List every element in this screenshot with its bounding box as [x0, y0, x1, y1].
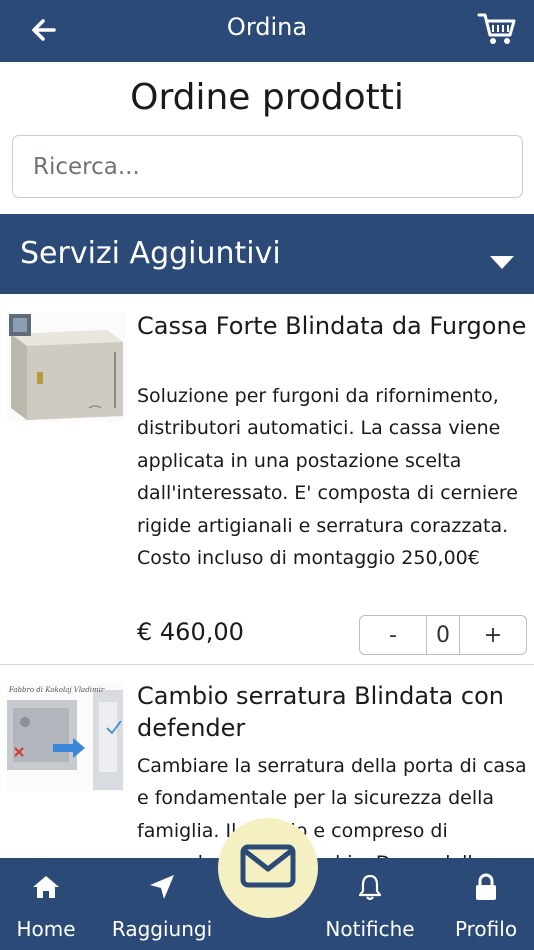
search-input[interactable] [12, 135, 523, 198]
page-title: Ordine prodotti [130, 77, 404, 118]
nav-raggiungi[interactable]: Raggiungi [108, 858, 216, 950]
caret-down-icon[interactable] [490, 256, 514, 269]
navigation-arrow-icon [150, 875, 174, 899]
header-title: Ordina [226, 13, 308, 41]
section-header-servizi-aggiuntivi[interactable]: Servizi Aggiuntivi [0, 214, 534, 294]
product-price: € 460,00 [137, 618, 244, 646]
section-title: Servizi Aggiuntivi [20, 236, 281, 271]
quantity-stepper: - 0 + [359, 615, 527, 655]
product-image[interactable] [7, 312, 125, 422]
nav-home[interactable]: Home [6, 858, 86, 950]
increment-button[interactable]: + [460, 616, 526, 654]
product-description: Soluzione per furgoni da rifornimento, d… [137, 385, 518, 570]
top-bar: Ordina [0, 0, 534, 62]
nav-notifiche-label: Notifiche [325, 917, 415, 941]
decrement-button[interactable]: - [360, 616, 426, 654]
shopping-cart-icon[interactable] [476, 10, 518, 48]
nav-notifiche[interactable]: Notifiche [318, 858, 422, 950]
nav-profilo-label: Profilo [454, 917, 518, 941]
nav-home-label: Home [16, 917, 76, 941]
message-fab-button[interactable] [218, 818, 318, 918]
nav-raggiungi-label: Raggiungi [111, 917, 213, 941]
lock-icon [476, 873, 496, 900]
home-icon [33, 876, 59, 898]
svg-text:Fabbro di Kokolaj Vladimir: Fabbro di Kokolaj Vladimir [8, 686, 105, 694]
product-image[interactable]: Fabbro di Kokolaj Vladimir [7, 682, 125, 792]
nav-profilo[interactable]: Profilo [446, 858, 526, 950]
envelope-icon [240, 844, 296, 888]
product-name[interactable]: Cassa Forte Blindata da Furgone [137, 310, 527, 342]
product-item: Cassa Forte Blindata da Furgone Soluzion… [0, 296, 534, 665]
bell-icon [358, 874, 382, 901]
product-name[interactable]: Cambio serratura Blindata con defender [137, 680, 527, 744]
quantity-value[interactable]: 0 [426, 616, 460, 654]
